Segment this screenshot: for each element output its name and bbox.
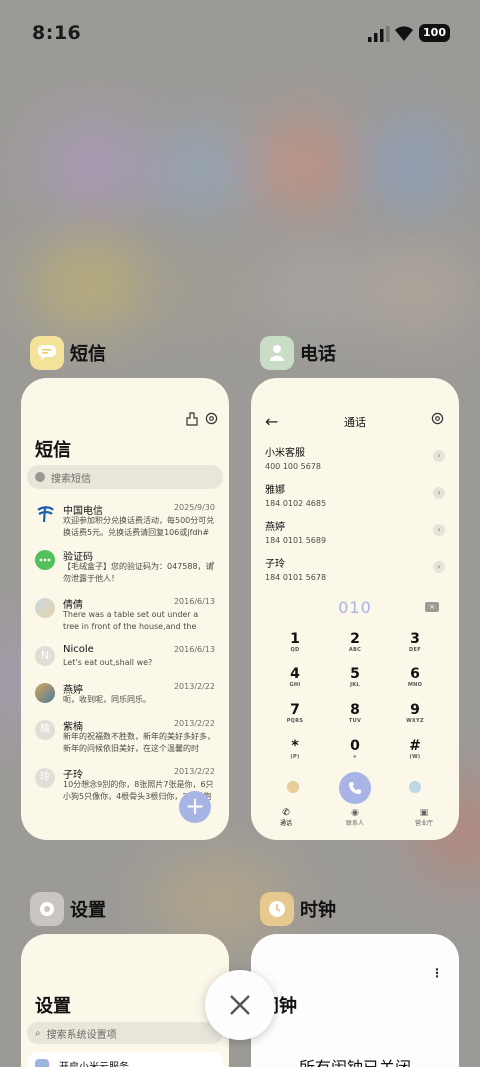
dialpad-toggle-icon[interactable] bbox=[409, 781, 421, 793]
search-icon bbox=[35, 472, 45, 482]
sms-search-placeholder: 搜索短信 bbox=[51, 473, 91, 485]
menu-icon[interactable] bbox=[287, 781, 299, 793]
contact-row[interactable]: 雅娜 184 0102 4685 › bbox=[265, 481, 445, 508]
phone-app-icon bbox=[260, 336, 294, 370]
clean-brush-icon[interactable] bbox=[185, 412, 199, 426]
alarms-empty-text: 所有闹钟已关闭 bbox=[251, 1054, 459, 1067]
phone-title: 通话 bbox=[344, 416, 366, 429]
backspace-icon[interactable]: × bbox=[425, 602, 439, 612]
avatar bbox=[35, 683, 55, 703]
contact-row[interactable]: 燕婷 184 0101 5689 › bbox=[265, 518, 445, 545]
phone-header: ← 通话 bbox=[251, 412, 459, 436]
settings-gear-icon[interactable] bbox=[205, 412, 218, 425]
chevron-right-icon[interactable]: › bbox=[433, 524, 445, 536]
avatar: N bbox=[35, 646, 55, 666]
list-item[interactable]: 燕婷 2013/2/22 呃，收到呢，同乐同乐。 bbox=[35, 681, 215, 717]
store-tab-icon: ▣ bbox=[419, 808, 429, 818]
sms-page-title: 短信 bbox=[35, 440, 71, 461]
settings-app-header[interactable]: 设置 bbox=[30, 892, 106, 926]
phone-app-card[interactable]: ← 通话 小米客服 400 100 5678 › 雅娜 184 0102 468… bbox=[251, 378, 459, 840]
message-bubble-icon bbox=[35, 550, 55, 570]
dial-key-2[interactable]: 2 ABC bbox=[325, 631, 385, 653]
dial-key-0[interactable]: 0 + bbox=[325, 738, 385, 760]
dial-key-1[interactable]: 1 QD bbox=[265, 631, 325, 653]
list-item[interactable]: 楠 紫楠 2013/2/22 新年的祝福数不胜数，新年的美好多好多，新年的问候依… bbox=[35, 718, 215, 758]
list-item[interactable]: 验证码 › 【毛绒盒子】您的验证码为：047588，请勿泄露于他人！ bbox=[35, 548, 215, 588]
avatar bbox=[35, 598, 55, 618]
clock-app-header[interactable]: 时钟 bbox=[260, 892, 336, 926]
dial-key-9[interactable]: 9 WXYZ bbox=[385, 702, 445, 724]
dial-key-*[interactable]: * (P) bbox=[265, 738, 325, 760]
clock-app-icon bbox=[260, 892, 294, 926]
dial-key-6[interactable]: 6 MNO bbox=[385, 666, 445, 688]
more-options-icon[interactable]: ⋮ bbox=[431, 966, 443, 980]
phone-app-name: 电话 bbox=[300, 344, 336, 365]
sms-app-header[interactable]: 短信 bbox=[30, 336, 106, 370]
clock-app-card[interactable]: ⋮ 闹钟 所有闹钟已关闭 bbox=[251, 934, 459, 1067]
chevron-right-icon[interactable]: › bbox=[433, 561, 445, 573]
dial-key-7[interactable]: 7 PQRS bbox=[265, 702, 325, 724]
dial-key-5[interactable]: 5 JKL bbox=[325, 666, 385, 688]
call-button[interactable] bbox=[339, 772, 371, 804]
settings-search-input[interactable]: ⌕ 搜索系统设置项 bbox=[27, 1022, 223, 1044]
settings-list-item[interactable]: 开启小米云服务 bbox=[27, 1052, 223, 1067]
tab-contacts[interactable]: ◉ 联系人 bbox=[325, 808, 385, 827]
cellular-signal-icon bbox=[368, 26, 390, 42]
close-icon bbox=[230, 995, 250, 1015]
list-item[interactable]: N Nicole 2016/6/13 Let's eat out,shall w… bbox=[35, 644, 215, 680]
contact-row[interactable]: 子玲 184 0101 5678 › bbox=[265, 555, 445, 582]
list-item[interactable]: 倩倩 2016/6/13 There was a table set out u… bbox=[35, 596, 215, 636]
status-time: 8:16 bbox=[32, 22, 82, 44]
compose-fab-plus-icon[interactable]: + bbox=[179, 791, 211, 823]
chevron-right-icon[interactable]: › bbox=[433, 450, 445, 462]
phone-handset-icon bbox=[349, 782, 361, 794]
clear-all-button[interactable] bbox=[205, 970, 275, 1040]
battery-indicator: 100 bbox=[419, 24, 450, 42]
dial-key-#[interactable]: # (W) bbox=[385, 738, 445, 760]
sms-app-card[interactable]: 短信 搜索短信 中国电信 2025/9/30 欢迎参加积分兑换话费活动，每500… bbox=[21, 378, 229, 840]
sms-search-input[interactable]: 搜索短信 bbox=[27, 465, 223, 489]
dial-key-3[interactable]: 3 DEF bbox=[385, 631, 445, 653]
avatar: 楠 bbox=[35, 720, 55, 740]
list-item[interactable]: 中国电信 2025/9/30 欢迎参加积分兑换话费活动，每500分可兑换话费5元… bbox=[35, 502, 215, 542]
settings-app-card[interactable]: 设置 ⌕ 搜索系统设置项 开启小米云服务 bbox=[21, 934, 229, 1067]
phone-tab-icon: ✆ bbox=[282, 808, 290, 818]
tab-calls[interactable]: ✆ 通话 bbox=[256, 808, 316, 827]
sms-app-name: 短信 bbox=[70, 344, 106, 365]
dial-key-4[interactable]: 4 GHI bbox=[265, 666, 325, 688]
search-icon: ⌕ bbox=[35, 1027, 41, 1039]
avatar: 玲 bbox=[35, 768, 55, 788]
tab-yellow-pages[interactable]: ▣ 营业厅 bbox=[394, 808, 454, 827]
status-bar: 8:16 100 bbox=[0, 0, 480, 66]
contacts-tab-icon: ◉ bbox=[351, 808, 359, 818]
wifi-icon bbox=[395, 26, 413, 41]
phone-app-header[interactable]: 电话 bbox=[260, 336, 336, 370]
china-telecom-logo-icon bbox=[37, 506, 54, 523]
contact-row[interactable]: 小米客服 400 100 5678 › bbox=[265, 444, 445, 471]
dial-key-8[interactable]: 8 TUV bbox=[325, 702, 385, 724]
settings-app-icon bbox=[30, 892, 64, 926]
chevron-right-icon[interactable]: › bbox=[433, 487, 445, 499]
settings-gear-icon[interactable] bbox=[431, 412, 444, 425]
settings-page-title: 设置 bbox=[35, 996, 71, 1017]
settings-app-name: 设置 bbox=[70, 900, 106, 921]
clock-app-name: 时钟 bbox=[300, 900, 336, 921]
sms-app-icon bbox=[30, 336, 64, 370]
cloud-service-icon bbox=[35, 1059, 49, 1067]
